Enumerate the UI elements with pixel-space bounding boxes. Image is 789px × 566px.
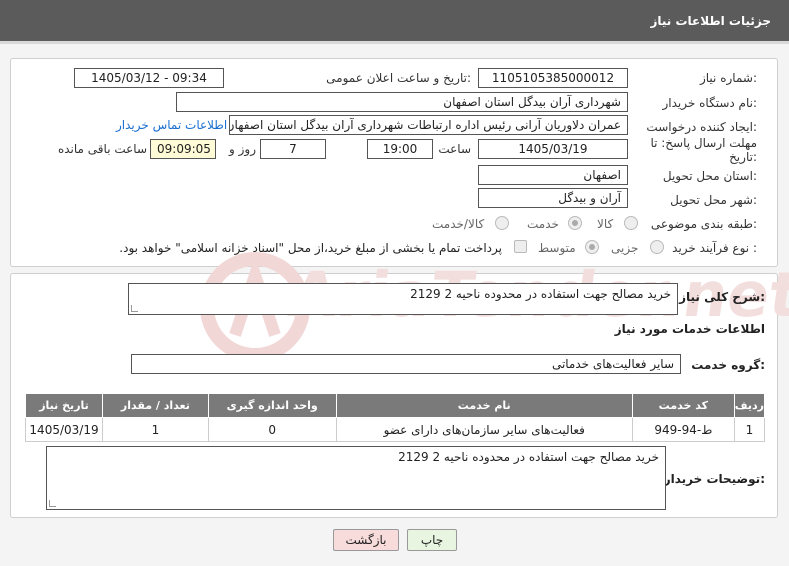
cell-row: 1 <box>733 417 766 442</box>
buyer-notes-textarea[interactable]: خرید مصالح جهت استفاده در محدوده ناحیه 2… <box>46 446 666 510</box>
need-number-field: 1105105385000012 <box>478 68 628 88</box>
print-button[interactable]: چاپ <box>407 529 457 551</box>
process-medium-radio[interactable] <box>585 240 599 254</box>
cell-qty: 1 <box>102 417 209 442</box>
col-code-header: کد خدمت <box>631 393 735 418</box>
table-row: 1 ط-94-949 فعالیت‌های سایر سازمان‌های دا… <box>24 417 766 442</box>
province-field: اصفهان <box>478 165 628 185</box>
service-group-label: گروه خدمت: <box>691 358 765 372</box>
resize-grip-icon[interactable] <box>49 500 56 507</box>
service-group-field: سایر فعالیت‌های خدماتی <box>131 354 681 374</box>
buyer-org-label: نام دستگاه خریدار: <box>662 96 758 110</box>
payment-treasury-checkbox[interactable] <box>514 240 527 253</box>
buyer-notes-label: توضیحات خریدار: <box>663 472 765 486</box>
process-minor-label: جزیی <box>611 241 639 255</box>
buyer-org-field: شهرداری آران بیدگل استان اصفهان <box>176 92 628 112</box>
cell-date: 1405/03/19 <box>24 417 104 442</box>
cell-unit: 0 <box>207 417 337 442</box>
process-medium-label: متوسط <box>538 241 576 255</box>
col-name-header: نام خدمت <box>335 393 633 418</box>
city-label: شهر محل تحویل: <box>670 193 757 207</box>
category-goods-service-label: کالا/خدمت <box>432 217 485 231</box>
cell-name: فعالیت‌های سایر سازمان‌های دارای عضو <box>335 417 633 442</box>
col-unit-header: واحد اندازه گیری <box>207 393 337 418</box>
process-label: نوع فرآیند خرید : <box>672 241 757 255</box>
page-title: جزئیات اطلاعات نیاز <box>650 14 771 28</box>
summary-text: خرید مصالح جهت استفاده در محدوده ناحیه 2… <box>410 287 671 301</box>
need-number-label: شماره نیاز: <box>699 71 757 85</box>
page-header: جزئیات اطلاعات نیاز <box>0 0 789 44</box>
col-date-header: تاریخ نیاز <box>24 393 104 418</box>
summary-textarea[interactable]: خرید مصالح جهت استفاده در محدوده ناحیه 2… <box>128 283 678 315</box>
services-heading: اطلاعات خدمات مورد نیاز <box>614 322 765 336</box>
deadline-time-label: ساعت <box>438 142 471 156</box>
announce-label: تاریخ و ساعت اعلان عمومی: <box>326 71 471 85</box>
announce-field: 1405/03/12 - 09:34 <box>74 68 224 88</box>
col-qty-header: تعداد / مقدار <box>102 393 209 418</box>
category-service-radio[interactable] <box>568 216 582 230</box>
city-field: آران و بیدگل <box>478 188 628 208</box>
services-table: ردیف کد خدمت نام خدمت واحد اندازه گیری ت… <box>24 393 766 442</box>
table-header-row: ردیف کد خدمت نام خدمت واحد اندازه گیری ت… <box>24 393 766 418</box>
days-label: روز و <box>229 142 256 156</box>
category-service-label: خدمت <box>527 217 559 231</box>
col-row-header: ردیف <box>733 393 766 418</box>
creator-field: عمران دلاوریان آرانی رئیس اداره ارتباطات… <box>229 115 628 135</box>
remaining-label: ساعت باقی مانده <box>57 142 147 156</box>
summary-label: شرح کلی نیاز: <box>679 290 765 304</box>
cell-code: ط-94-949 <box>631 417 735 442</box>
deadline-date-field: 1405/03/19 <box>478 139 628 159</box>
category-label: طبقه بندی موضوعی: <box>650 217 757 231</box>
category-goods-radio[interactable] <box>624 216 638 230</box>
days-field: 7 <box>260 139 326 159</box>
category-goods-service-radio[interactable] <box>495 216 509 230</box>
remaining-time-field: 09:09:05 <box>150 139 216 159</box>
back-button[interactable]: بازگشت <box>333 529 399 551</box>
deadline-time-field: 19:00 <box>367 139 433 159</box>
deadline-label: مهلت ارسال پاسخ: تا تاریخ: <box>650 136 757 164</box>
category-goods-label: کالا <box>597 217 614 231</box>
resize-grip-icon[interactable] <box>131 305 138 312</box>
province-label: استان محل تحویل: <box>662 169 757 183</box>
contact-buyer-link[interactable]: اطلاعات تماس خریدار <box>116 118 227 132</box>
creator-label: ایجاد کننده درخواست: <box>646 120 757 134</box>
payment-note: پرداخت تمام یا بخشی از مبلغ خرید،از محل … <box>119 241 502 255</box>
buyer-notes-text: خرید مصالح جهت استفاده در محدوده ناحیه 2… <box>398 450 659 464</box>
process-minor-radio[interactable] <box>650 240 664 254</box>
